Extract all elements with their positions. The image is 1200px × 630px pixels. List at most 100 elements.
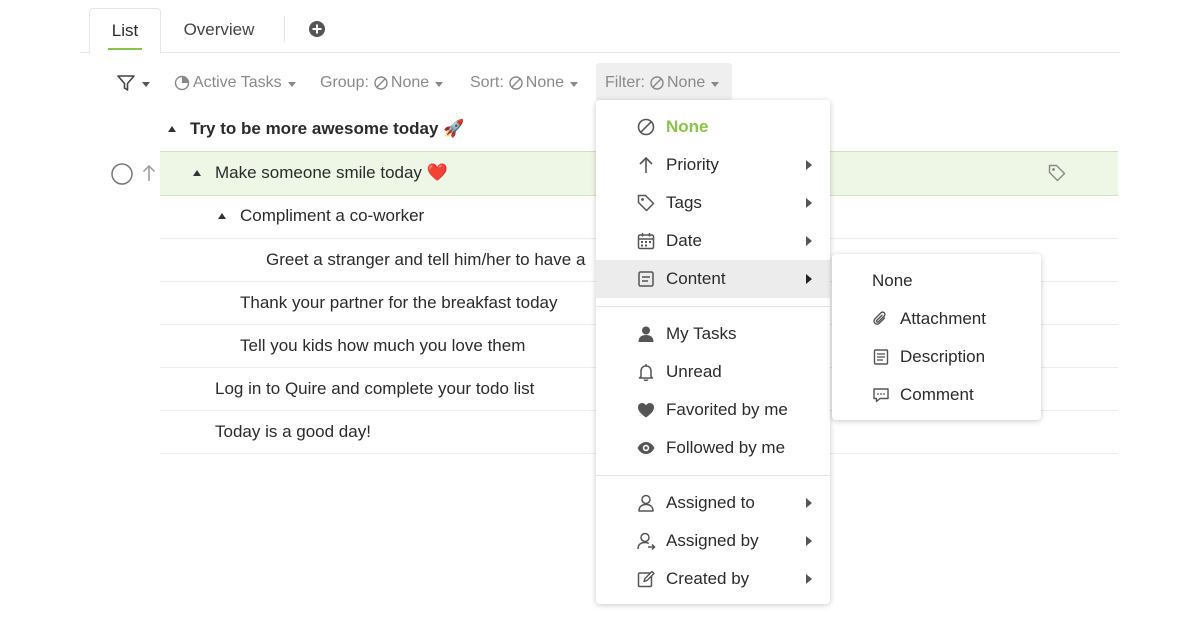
- eye-icon: [637, 442, 655, 454]
- submenu-item-attachment[interactable]: Attachment: [832, 300, 1041, 338]
- tab-overview-label: Overview: [183, 20, 255, 39]
- task-title: Greet a stranger and tell him/her to hav…: [266, 250, 586, 269]
- chevron-down-icon: [142, 81, 150, 87]
- list-item[interactable]: Log in to Quire and complete your todo l…: [215, 379, 534, 399]
- submenu-item-label: Attachment: [900, 309, 986, 328]
- tab-divider: [284, 16, 285, 42]
- document-icon: [873, 349, 889, 365]
- submenu-item-label: None: [872, 271, 913, 290]
- task-title: Thank your partner for the breakfast tod…: [240, 293, 558, 312]
- arrow-up-icon: [142, 164, 156, 181]
- menu-item-my-tasks[interactable]: My Tasks: [596, 315, 830, 353]
- tab-list-label: List: [111, 21, 139, 40]
- filter-toggle-button[interactable]: [116, 70, 150, 96]
- pie-icon: [174, 75, 190, 91]
- list-item[interactable]: Thank your partner for the breakfast tod…: [240, 293, 558, 313]
- menu-item-label: Date: [666, 231, 702, 250]
- tag-icon: [637, 194, 655, 212]
- tab-overview[interactable]: Overview: [170, 8, 268, 52]
- collapse-toggle-icon[interactable]: [193, 170, 201, 176]
- filter-dropdown[interactable]: Filter: None: [605, 70, 720, 96]
- none-icon: [374, 76, 388, 90]
- menu-item-label: Followed by me: [666, 438, 786, 457]
- submenu-item-description[interactable]: Description: [832, 338, 1041, 376]
- task-title: Make someone smile today: [215, 163, 422, 182]
- menu-item-date[interactable]: Date: [596, 222, 830, 260]
- collapse-toggle-icon[interactable]: [218, 213, 226, 219]
- menu-item-content[interactable]: Content: [596, 260, 830, 298]
- chevron-right-icon: [806, 160, 812, 170]
- active-tasks-dropdown[interactable]: Active Tasks: [174, 70, 296, 96]
- menu-item-label: Priority: [666, 155, 719, 174]
- list-item[interactable]: Compliment a co-worker: [240, 206, 424, 226]
- chevron-down-icon: [570, 81, 579, 87]
- menu-divider: [596, 306, 830, 307]
- menu-item-label: Assigned by: [666, 531, 759, 550]
- content-submenu: None Attachment Description Comment: [832, 254, 1041, 420]
- menu-item-assigned-to[interactable]: Assigned to: [596, 484, 830, 522]
- menu-divider: [596, 475, 830, 476]
- chevron-down-icon: [287, 81, 296, 87]
- sort-prefix: Sort:: [470, 74, 504, 91]
- menu-item-created-by[interactable]: Created by: [596, 560, 830, 598]
- menu-item-label: Tags: [666, 193, 702, 212]
- chevron-right-icon: [806, 274, 812, 284]
- tag-icon: [1048, 164, 1066, 182]
- submenu-item-label: Description: [900, 347, 986, 366]
- active-tab-indicator: [108, 48, 142, 50]
- chevron-down-icon: [711, 81, 720, 87]
- funnel-icon: [117, 75, 135, 91]
- chevron-right-icon: [806, 198, 812, 208]
- filter-value: None: [667, 74, 706, 91]
- task-heading[interactable]: Try to be more awesome today 🚀: [190, 119, 464, 139]
- person-icon: [638, 326, 654, 342]
- sort-dropdown[interactable]: Sort: None: [470, 70, 579, 96]
- menu-item-none[interactable]: None: [596, 108, 830, 146]
- submenu-item-comment[interactable]: Comment: [832, 376, 1041, 414]
- circle-checkbox-icon: [111, 163, 133, 185]
- task-title: Tell you kids how much you love them: [240, 336, 526, 355]
- task-title: Log in to Quire and complete your todo l…: [215, 379, 535, 398]
- group-prefix: Group:: [320, 74, 369, 91]
- menu-item-priority[interactable]: Priority: [596, 146, 830, 184]
- chevron-right-icon: [806, 536, 812, 546]
- plus-circle-icon: [309, 21, 325, 37]
- task-title: Today is a good day!: [215, 422, 371, 441]
- list-item[interactable]: Make someone smile today ❤️: [215, 163, 448, 183]
- complete-task-button[interactable]: [111, 163, 133, 190]
- chevron-down-icon: [435, 81, 444, 87]
- menu-item-label: Created by: [666, 569, 750, 588]
- none-icon: [509, 76, 523, 90]
- sort-value: None: [525, 74, 565, 91]
- chevron-right-icon: [806, 236, 812, 246]
- none-icon: [637, 118, 655, 136]
- menu-item-tags[interactable]: Tags: [596, 184, 830, 222]
- list-item[interactable]: Tell you kids how much you love them: [240, 336, 525, 356]
- chevron-right-icon: [806, 498, 812, 508]
- menu-item-label: Assigned to: [666, 493, 755, 512]
- priority-button[interactable]: [141, 163, 157, 188]
- menu-item-followed[interactable]: Followed by me: [596, 429, 830, 467]
- paperclip-icon: [873, 311, 886, 325]
- menu-item-label: Favorited by me: [666, 400, 788, 419]
- edit-icon: [637, 570, 655, 588]
- submenu-item-none[interactable]: None: [832, 262, 1041, 300]
- content-icon: [638, 271, 654, 287]
- arrow-up-icon: [639, 156, 653, 173]
- task-title: Try to be more awesome today: [190, 119, 439, 138]
- menu-item-assigned-by[interactable]: Assigned by: [596, 522, 830, 560]
- collapse-toggle-icon[interactable]: [168, 126, 176, 132]
- comment-icon: [873, 388, 889, 403]
- heart-emoji: ❤️: [426, 163, 448, 182]
- menu-item-label: Unread: [666, 362, 722, 381]
- group-dropdown[interactable]: Group: None: [320, 70, 444, 96]
- add-tab-button[interactable]: [308, 20, 326, 38]
- tag-button[interactable]: [1047, 163, 1067, 188]
- list-item[interactable]: Today is a good day!: [215, 422, 371, 442]
- heart-icon: [638, 403, 654, 418]
- list-item[interactable]: Greet a stranger and tell him/her to hav…: [266, 250, 585, 270]
- bell-icon: [638, 364, 654, 382]
- rocket-emoji: 🚀: [443, 119, 465, 138]
- menu-item-favorited[interactable]: Favorited by me: [596, 391, 830, 429]
- menu-item-unread[interactable]: Unread: [596, 353, 830, 391]
